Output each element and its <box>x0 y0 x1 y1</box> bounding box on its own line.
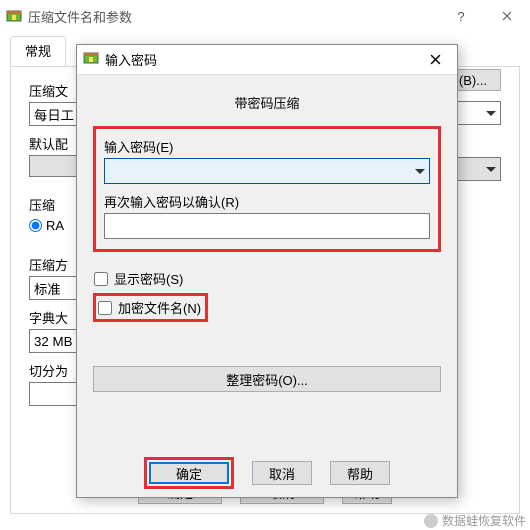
dialog-footer: 确定 取消 帮助 <box>77 449 457 497</box>
show-password-label: 显示密码(S) <box>114 269 183 288</box>
chevron-down-icon <box>415 169 425 174</box>
dialog-body: 带密码压缩 输入密码(E) 再次输入密码以确认(R) 显示密码(S) 加密文件名… <box>77 75 457 449</box>
right-combo-2[interactable] <box>455 157 501 181</box>
rar-radio[interactable] <box>29 219 42 232</box>
help-button[interactable]: ? <box>438 0 484 32</box>
dialog-titlebar: 输入密码 <box>77 45 457 75</box>
organize-row: 整理密码(O)... <box>93 366 441 392</box>
checkbox-group: 显示密码(S) 加密文件名(N) <box>93 268 441 326</box>
tab-general[interactable]: 常规 <box>10 36 66 67</box>
password-group: 输入密码(E) 再次输入密码以确认(R) <box>93 126 441 252</box>
rar-label: RA <box>46 218 64 233</box>
dialog-close-button[interactable] <box>413 45 457 75</box>
password-label: 输入密码(E) <box>104 137 430 156</box>
close-button[interactable] <box>484 0 530 32</box>
dict-combo[interactable] <box>29 329 79 353</box>
main-title: 压缩文件名和参数 <box>28 7 132 26</box>
show-password-checkbox[interactable] <box>94 272 108 286</box>
main-titlebar: 压缩文件名和参数 ? <box>0 0 530 32</box>
method-combo[interactable] <box>29 276 79 300</box>
encrypt-names-checkbox[interactable] <box>98 301 112 315</box>
watermark: 数据蛙恢复软件 <box>424 512 526 529</box>
organize-button[interactable]: 整理密码(O)... <box>93 366 441 392</box>
split-input[interactable] <box>29 382 79 406</box>
dialog-heading: 带密码压缩 <box>93 85 441 126</box>
dialog-ok-button[interactable]: 确定 <box>149 462 229 484</box>
password-dialog: 输入密码 带密码压缩 输入密码(E) 再次输入密码以确认(R) 显示密码(S) … <box>76 44 458 498</box>
password-confirm-label: 再次输入密码以确认(R) <box>104 192 430 211</box>
chevron-down-icon <box>486 167 496 172</box>
archive-input[interactable] <box>29 102 79 126</box>
watermark-text: 数据蛙恢复软件 <box>442 512 526 529</box>
watermark-icon <box>424 514 438 528</box>
window-buttons: ? <box>438 0 530 32</box>
dialog-title: 输入密码 <box>105 50 157 69</box>
password-input[interactable] <box>104 158 430 184</box>
encrypt-names-row[interactable]: 加密文件名(N) <box>93 293 208 322</box>
app-icon <box>6 8 22 24</box>
password-confirm-input[interactable] <box>104 213 430 239</box>
dialog-help-button[interactable]: 帮助 <box>330 461 390 485</box>
dialog-icon <box>83 50 99 69</box>
right-combo[interactable] <box>455 101 501 125</box>
ok-highlight: 确定 <box>144 457 234 489</box>
show-password-row[interactable]: 显示密码(S) <box>93 268 441 289</box>
chevron-down-icon <box>486 111 496 116</box>
dialog-cancel-button[interactable]: 取消 <box>252 461 312 485</box>
profile-combo[interactable] <box>29 155 79 177</box>
encrypt-names-label: 加密文件名(N) <box>118 298 201 317</box>
